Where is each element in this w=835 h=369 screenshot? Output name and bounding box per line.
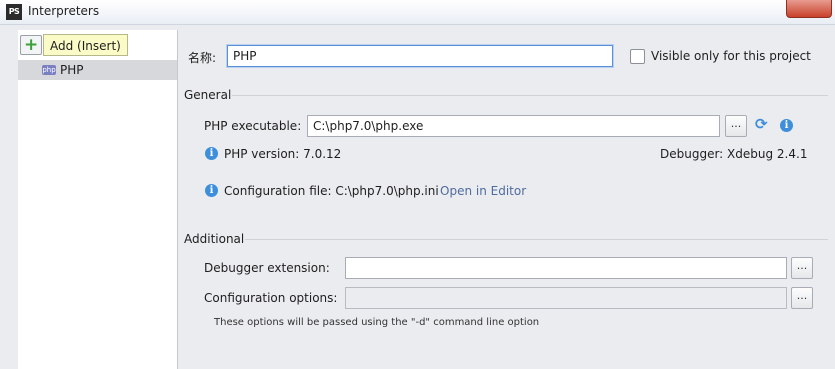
info-icon[interactable]: i bbox=[780, 119, 793, 132]
configuration-options-hint: These options will be passed using the "… bbox=[214, 317, 540, 328]
php-executable-label: PHP executable: bbox=[204, 119, 302, 133]
window-title: Interpreters bbox=[28, 4, 100, 18]
interpreter-list-item-php[interactable]: php PHP bbox=[18, 60, 177, 80]
configuration-options-browse-button[interactable]: ... bbox=[791, 287, 813, 309]
title-bar: PS Interpreters bbox=[0, 0, 835, 25]
debugger-extension-label: Debugger extension: bbox=[204, 261, 330, 275]
php-executable-input[interactable]: C:\php7.0\php.exe bbox=[307, 115, 720, 137]
info-icon: i bbox=[205, 184, 218, 197]
info-icon: i bbox=[205, 147, 218, 160]
configuration-file-text: Configuration file: C:\php7.0\php.ini bbox=[224, 184, 439, 198]
refresh-icon[interactable]: ⟳ bbox=[755, 117, 769, 132]
add-interpreter-button[interactable]: + bbox=[20, 35, 42, 55]
open-in-editor-link[interactable]: Open in Editor bbox=[440, 184, 526, 198]
php-icon: php bbox=[42, 65, 56, 75]
general-group-header: General bbox=[184, 88, 232, 102]
additional-group-header: Additional bbox=[184, 232, 245, 246]
configuration-options-label: Configuration options: bbox=[204, 291, 338, 305]
visible-only-checkbox[interactable] bbox=[630, 49, 645, 64]
additional-divider bbox=[245, 239, 828, 240]
interpreter-list-panel: + php PHP bbox=[18, 30, 178, 369]
name-label: 名称: bbox=[188, 51, 217, 65]
window-close-button[interactable] bbox=[786, 0, 832, 18]
name-input[interactable]: PHP bbox=[227, 45, 613, 67]
plus-icon: + bbox=[24, 35, 39, 55]
interpreter-list-item-label: PHP bbox=[60, 63, 84, 77]
debugger-text: Debugger: Xdebug 2.4.1 bbox=[660, 147, 808, 161]
debugger-extension-input[interactable] bbox=[345, 257, 787, 279]
add-tooltip: Add (Insert) bbox=[43, 34, 128, 56]
debugger-extension-browse-button[interactable]: ... bbox=[791, 257, 813, 279]
phpstorm-app-icon: PS bbox=[6, 4, 22, 20]
php-version-text: PHP version: 7.0.12 bbox=[224, 147, 342, 161]
configuration-options-input[interactable] bbox=[345, 287, 787, 309]
general-divider bbox=[232, 95, 828, 96]
php-executable-browse-button[interactable]: ... bbox=[725, 115, 747, 137]
visible-only-label[interactable]: Visible only for this project bbox=[651, 49, 811, 63]
